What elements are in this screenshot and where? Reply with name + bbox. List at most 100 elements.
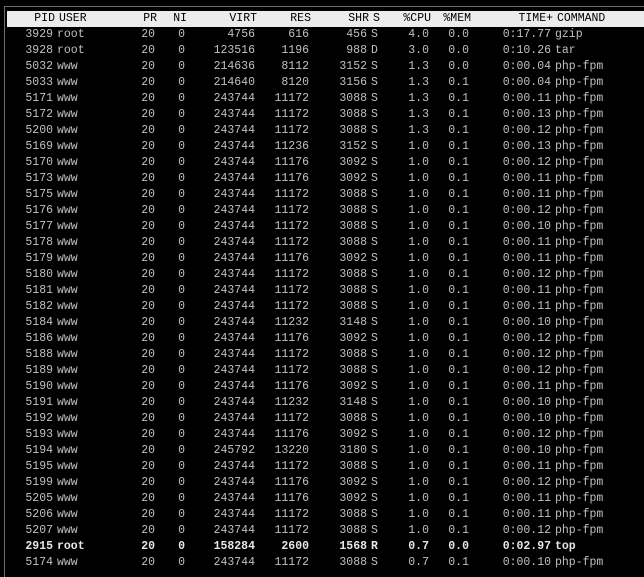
cell-pid: 5179 — [25, 252, 53, 265]
process-row[interactable]: 5207 www 20 0 243744 11172 3088 S 1.0 0.1 0:00.12 p… — [5, 523, 644, 539]
process-row[interactable]: 5184 www 20 0 243744 11232 3148 S 1.0 0.1 0:00.10 p… — [5, 315, 644, 331]
process-row[interactable]: 5171 www 20 0 243744 11172 3088 S 1.3 0.1 0:00.11 p… — [5, 91, 644, 107]
header-pid[interactable]: PID — [11, 11, 55, 27]
process-row[interactable]: 5191 www 20 0 243744 11232 3148 S 1.0 0.1 0:00.10 p… — [5, 395, 644, 411]
cell-virt: 243744 — [213, 156, 255, 169]
cell-shr: 3152 — [339, 60, 367, 73]
cell-cpu: 1.0 — [408, 300, 429, 313]
process-row[interactable]: 5179 www 20 0 243744 11176 3092 S 1.0 0.1 0:00.11 p… — [5, 251, 644, 267]
cell-cpu: 1.0 — [408, 188, 429, 201]
cell-time: 0:00.12 — [502, 524, 551, 537]
cell-pr: 20 — [141, 556, 155, 569]
cell-virt: 243744 — [213, 412, 255, 425]
cell-mem: 0.0 — [448, 60, 469, 73]
process-row[interactable]: 5186 www 20 0 243744 11176 3092 S 1.0 0.1 0:00.12 p… — [5, 331, 644, 347]
cell-state: S — [371, 380, 378, 393]
process-row[interactable]: 5200 www 20 0 243744 11172 3088 S 1.3 0.1 0:00.12 p… — [5, 123, 644, 139]
cell-time: 0:00.12 — [502, 204, 551, 217]
process-row[interactable]: 5180 www 20 0 243744 11172 3088 S 1.0 0.1 0:00.12 p… — [5, 267, 644, 283]
cell-command: php-fpm — [555, 316, 604, 329]
process-row[interactable]: 5192 www 20 0 243744 11172 3088 S 1.0 0.1 0:00.10 p… — [5, 411, 644, 427]
process-row[interactable]: 5172 www 20 0 243744 11172 3088 S 1.3 0.1 0:00.13 p… — [5, 107, 644, 123]
cell-shr: 3088 — [339, 524, 367, 537]
cell-cpu: 1.0 — [408, 252, 429, 265]
cell-pid: 5176 — [25, 204, 53, 217]
process-row[interactable]: 5188 www 20 0 243744 11172 3088 S 1.0 0.1 0:00.12 p… — [5, 347, 644, 363]
header-mem[interactable]: %MEM — [435, 11, 471, 27]
process-row[interactable]: 5032 www 20 0 214636 8112 3152 S 1.3 0.0 0:00.04 ph… — [5, 59, 644, 75]
process-row[interactable]: 5190 www 20 0 243744 11176 3092 S 1.0 0.1 0:00.11 p… — [5, 379, 644, 395]
cell-pid: 5180 — [25, 268, 53, 281]
process-row[interactable]: 5175 www 20 0 243744 11172 3088 S 1.0 0.1 0:00.11 p… — [5, 187, 644, 203]
cell-pr: 20 — [141, 412, 155, 425]
process-row[interactable]: 3928 root 20 0 123516 1196 988 D 3.0 0.0 0:10.26 ta… — [5, 43, 644, 59]
header-shr[interactable]: SHR — [319, 11, 369, 27]
cell-state: S — [371, 108, 378, 121]
cell-mem: 0.0 — [448, 44, 469, 57]
cell-pr: 20 — [141, 380, 155, 393]
process-row[interactable]: 5178 www 20 0 243744 11172 3088 S 1.0 0.1 0:00.11 p… — [5, 235, 644, 251]
process-row[interactable]: 5173 www 20 0 243744 11176 3092 S 1.0 0.1 0:00.11 p… — [5, 171, 644, 187]
cell-res: 11176 — [274, 380, 309, 393]
cell-command: php-fpm — [555, 156, 604, 169]
cell-pr: 20 — [141, 476, 155, 489]
process-row[interactable]: 5181 www 20 0 243744 11172 3088 S 1.0 0.1 0:00.11 p… — [5, 283, 644, 299]
header-pr[interactable]: PR — [127, 11, 157, 27]
header-res[interactable]: RES — [261, 11, 311, 27]
cell-res: 2600 — [281, 540, 309, 553]
cell-virt: 243744 — [213, 316, 255, 329]
process-row[interactable]: 5206 www 20 0 243744 11172 3088 S 1.0 0.1 0:00.11 p… — [5, 507, 644, 523]
cell-ni: 0 — [178, 124, 185, 137]
cell-pid: 5188 — [25, 348, 53, 361]
process-row[interactable]: 2915 root 20 0 158284 2600 1568 R 0.7 0.0 0:02.97 t… — [5, 539, 644, 555]
cell-pid: 3929 — [25, 28, 53, 41]
cell-virt: 243744 — [213, 252, 255, 265]
cell-res: 11172 — [274, 92, 309, 105]
cell-cpu: 1.0 — [408, 412, 429, 425]
cell-user: www — [57, 76, 78, 89]
cell-state: S — [371, 156, 378, 169]
cell-res: 11172 — [274, 412, 309, 425]
process-row[interactable]: 5174 www 20 0 243744 11172 3088 S 0.7 0.1 0:00.10 p… — [5, 555, 644, 571]
process-row[interactable]: 5169 www 20 0 243744 11236 3152 S 1.0 0.1 0:00.13 p… — [5, 139, 644, 155]
header-time[interactable]: TIME+ — [481, 11, 553, 27]
process-row[interactable]: 5194 www 20 0 245792 13220 3180 S 1.0 0.1 0:00.10 p… — [5, 443, 644, 459]
process-row[interactable]: 3929 root 20 0 4756 616 456 S 4.0 0.0 0:17.77 gzip — [5, 27, 644, 43]
cell-state: S — [371, 28, 378, 41]
cell-command: php-fpm — [555, 492, 604, 505]
cell-ni: 0 — [178, 380, 185, 393]
process-row[interactable]: 5193 www 20 0 243744 11176 3092 S 1.0 0.1 0:00.12 p… — [5, 427, 644, 443]
cell-time: 0:00.11 — [502, 172, 551, 185]
cell-shr: 3092 — [339, 380, 367, 393]
process-row[interactable]: 5205 www 20 0 243744 11176 3092 S 1.0 0.1 0:00.11 p… — [5, 491, 644, 507]
header-virt[interactable]: VIRT — [193, 11, 257, 27]
header-ni[interactable]: NI — [165, 11, 187, 27]
process-row[interactable]: 5177 www 20 0 243744 11172 3088 S 1.0 0.1 0:00.10 p… — [5, 219, 644, 235]
process-row[interactable]: 5033 www 20 0 214640 8120 3156 S 1.3 0.1 0:00.04 ph… — [5, 75, 644, 91]
cell-pid: 5184 — [25, 316, 53, 329]
cell-shr: 3092 — [339, 332, 367, 345]
process-row[interactable]: 5195 www 20 0 243744 11172 3088 S 1.0 0.1 0:00.11 p… — [5, 459, 644, 475]
header-user[interactable]: USER — [59, 11, 119, 27]
process-row[interactable]: 5176 www 20 0 243744 11172 3088 S 1.0 0.1 0:00.12 p… — [5, 203, 644, 219]
cell-res: 13220 — [274, 444, 309, 457]
header-state[interactable]: S — [373, 11, 387, 27]
cell-state: S — [371, 220, 378, 233]
cell-pr: 20 — [141, 124, 155, 137]
cell-virt: 214640 — [213, 76, 255, 89]
cell-user: www — [57, 172, 78, 185]
cell-pr: 20 — [141, 60, 155, 73]
header-cpu[interactable]: %CPU — [391, 11, 431, 27]
process-row[interactable]: 5199 www 20 0 243744 11176 3092 S 1.0 0.1 0:00.12 p… — [5, 475, 644, 491]
process-row[interactable]: 5182 www 20 0 243744 11172 3088 S 1.0 0.1 0:00.11 p… — [5, 299, 644, 315]
process-row[interactable]: 5170 www 20 0 243744 11176 3092 S 1.0 0.1 0:00.12 p… — [5, 155, 644, 171]
cell-time: 0:00.10 — [502, 556, 551, 569]
cell-shr: 3092 — [339, 172, 367, 185]
cell-ni: 0 — [178, 92, 185, 105]
cell-time: 0:00.11 — [502, 188, 551, 201]
cell-cpu: 1.0 — [408, 348, 429, 361]
process-row[interactable]: 5189 www 20 0 243744 11172 3088 S 1.0 0.1 0:00.12 p… — [5, 363, 644, 379]
cell-virt: 243744 — [213, 508, 255, 521]
cell-ni: 0 — [178, 28, 185, 41]
header-command[interactable]: COMMAND — [557, 11, 644, 27]
